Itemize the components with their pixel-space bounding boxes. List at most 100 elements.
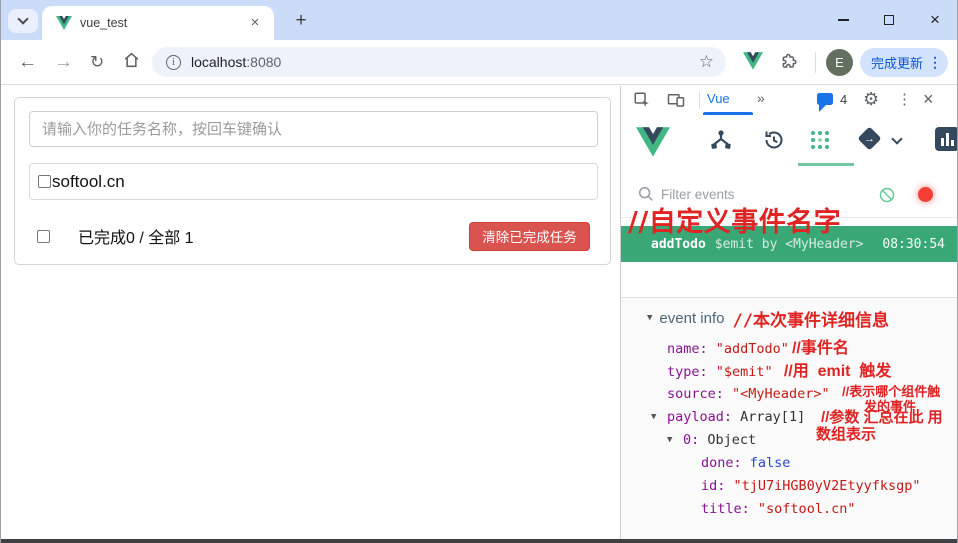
expand-triangle-icon[interactable]: ▼ [651, 406, 656, 429]
event-info-header[interactable]: ▼ event info //本次事件详细信息 [621, 307, 889, 329]
annotation-event-name: //自定义事件名字 [628, 200, 841, 239]
extensions-puzzle-icon[interactable] [780, 52, 800, 77]
tree-value: "softool.cn" [758, 501, 856, 517]
todo-title: softool.cn [52, 172, 125, 192]
tree-key: name: [667, 341, 708, 357]
tab-vue[interactable]: Vue [707, 91, 730, 106]
tree-key: id: [701, 478, 725, 494]
vue-devtools-toolbar: → [621, 117, 958, 168]
tree-row: id: "tjU7iHGB0yV2Etyyfksgp" [621, 475, 958, 498]
tree-row: type: "$emit" //用 emit 触发 [621, 360, 958, 383]
events-tab-icon[interactable] [809, 129, 831, 156]
vue-favicon-icon [56, 16, 72, 30]
tree-key: source: [667, 386, 724, 402]
url-host: localhost [191, 54, 246, 70]
components-tab-icon[interactable] [709, 128, 733, 157]
more-tabs-icon[interactable]: » [757, 90, 765, 106]
tree-key: title: [701, 501, 750, 517]
tree-key: type: [667, 364, 708, 380]
tree-row: name: "addTodo"//事件名 [621, 337, 958, 360]
event-detail-tree: name: "addTodo"//事件名 type: "$emit" //用 e… [621, 337, 958, 521]
browser-toolbar: ← → ↻ i localhost:8080 ☆ E 完成更新 ⋮ [0, 40, 958, 85]
todo-summary: 已完成0 / 全部 1 [78, 224, 469, 248]
tab-title: vue_test [80, 16, 246, 30]
settings-gear-icon[interactable]: ⚙ [863, 89, 879, 110]
event-time: 08:30:54 [882, 237, 945, 252]
window-bottom-edge [0, 539, 958, 543]
performance-chart-icon[interactable] [935, 127, 958, 151]
history-tab-icon[interactable] [762, 128, 786, 157]
collapse-triangle-icon[interactable]: ▼ [647, 313, 652, 323]
vue-extension-icon[interactable] [743, 52, 763, 75]
forward-button[interactable]: → [54, 53, 73, 72]
window-controls: × [820, 0, 958, 40]
select-all-checkbox[interactable] [37, 230, 50, 243]
devtools-separator [699, 92, 700, 109]
devtools-panel: Vue » 4 ⚙ ⋮ × → [620, 86, 958, 539]
router-dropdown-chevron-icon[interactable] [891, 133, 902, 144]
new-tab-button[interactable]: + [288, 8, 314, 34]
chevron-down-icon [17, 13, 28, 24]
tree-value: "addTodo" [716, 341, 789, 357]
annotation-payload-line2: 数组表示 [816, 423, 876, 444]
console-messages-icon[interactable] [817, 93, 833, 105]
tree-key: payload: [667, 409, 732, 425]
annotation-event-info: //本次事件详细信息 [732, 306, 888, 331]
maximize-button[interactable] [866, 0, 912, 40]
profile-avatar[interactable]: E [826, 49, 853, 76]
close-window-button[interactable]: × [912, 0, 958, 40]
todo-checkbox[interactable] [38, 175, 51, 188]
router-arrow-icon: → [861, 130, 878, 147]
vue-tab-underline [703, 112, 753, 115]
tree-row: done: false [621, 452, 958, 475]
inspect-element-icon[interactable] [633, 91, 651, 114]
router-tab-icon[interactable]: → [857, 126, 881, 150]
browser-menu-icon[interactable]: ⋮ [928, 54, 942, 71]
browser-window: vue_test × + × ← → ↻ i localhost:8080 ☆ … [0, 0, 958, 543]
event-info-title: event info [659, 310, 724, 327]
tree-value: Array[1] [740, 409, 805, 425]
tab-close-icon[interactable]: × [246, 14, 264, 32]
tree-row-expandable[interactable]: ▼ 0: Object [621, 429, 958, 452]
minimize-button[interactable] [820, 0, 866, 40]
reload-button[interactable]: ↻ [90, 54, 104, 71]
toolbar-separator [815, 52, 816, 73]
minimize-icon [838, 19, 849, 21]
todo-input[interactable] [29, 111, 598, 147]
events-tab-underline [798, 163, 854, 166]
expand-triangle-icon[interactable]: ▼ [667, 429, 672, 452]
close-devtools-icon[interactable]: × [923, 89, 934, 110]
browser-tab[interactable]: vue_test × [42, 6, 274, 40]
site-info-icon[interactable]: i [166, 55, 181, 70]
annotation-name: //事件名 [792, 340, 849, 357]
tree-key: done: [701, 455, 742, 471]
event-info-pane: ▼ event info //本次事件详细信息 name: "addTodo"/… [621, 297, 958, 539]
tree-value: Object [707, 432, 756, 448]
clear-events-ban-icon[interactable] [879, 187, 895, 208]
devtools-tab-bar: Vue » 4 ⚙ ⋮ × [621, 86, 958, 115]
url-text[interactable]: localhost:8080 [191, 54, 699, 70]
home-icon [122, 51, 141, 70]
record-events-button[interactable] [918, 187, 933, 202]
tab-search-button[interactable] [8, 9, 38, 33]
update-label: 完成更新 [871, 53, 923, 72]
tree-row: title: "softool.cn" [621, 498, 958, 521]
clear-completed-button[interactable]: 清除已完成任务 [469, 222, 590, 251]
update-chrome-button[interactable]: 完成更新 ⋮ [860, 48, 948, 77]
message-count: 4 [840, 92, 847, 107]
back-button[interactable]: ← [18, 53, 37, 72]
tree-value: false [750, 455, 791, 471]
bookmark-star-icon[interactable]: ☆ [699, 52, 714, 72]
todo-footer: 已完成0 / 全部 1 清除已完成任务 [29, 216, 598, 256]
address-bar[interactable]: i localhost:8080 ☆ [152, 47, 726, 77]
vue-logo-icon [636, 127, 670, 162]
maximize-icon [884, 15, 894, 25]
tree-value: "$emit" [716, 364, 773, 380]
devtools-menu-icon[interactable]: ⋮ [897, 90, 912, 108]
device-toolbar-icon[interactable] [667, 91, 685, 114]
annotation-type: //用 emit 触发 [784, 363, 892, 380]
tree-value: "<MyHeader>" [732, 386, 830, 402]
tree-key: 0: [683, 432, 699, 448]
page-content: softool.cn 已完成0 / 全部 1 清除已完成任务 [0, 86, 620, 539]
home-button[interactable] [122, 51, 141, 74]
